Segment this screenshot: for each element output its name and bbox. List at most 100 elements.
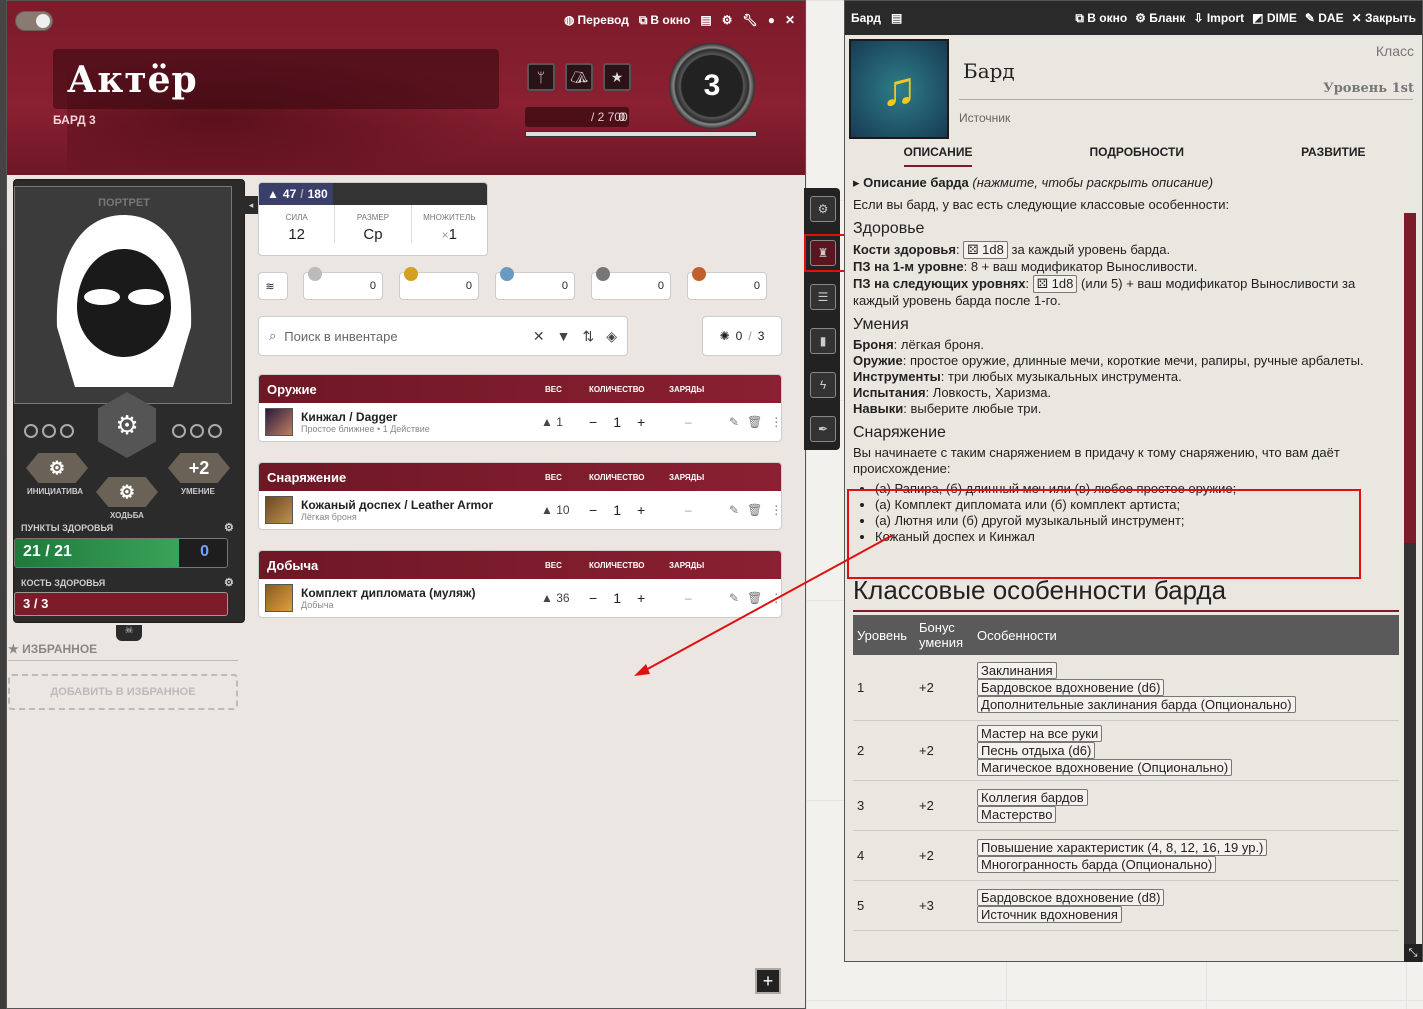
add-item-button[interactable]: + — [755, 968, 781, 994]
gear-icon[interactable]: ⚙ — [722, 13, 733, 27]
feature-link[interactable]: Мастерство — [977, 805, 1057, 823]
tab-description[interactable]: ОПИСАНИЕ — [903, 145, 973, 167]
character-name[interactable]: Актёр — [67, 59, 198, 101]
currency-gp[interactable]: 0 — [399, 267, 479, 300]
hp-temp[interactable]: 0 — [179, 539, 227, 567]
initiative-button[interactable]: ⚙ — [26, 453, 88, 483]
translate-button[interactable]: ◍ Перевод — [564, 13, 629, 27]
table-row[interactable]: Кинжал / Dagger Простое ближнее • 1 Дейст… — [259, 403, 781, 441]
feature-link[interactable]: Магическое вдохновение (Опционально) — [977, 759, 1233, 776]
resize-icon[interactable]: ⤡ — [1404, 944, 1422, 962]
inventory-search[interactable]: ⌕ Поиск в инвентаре ✕ ▼ ⇅ ◈ — [258, 316, 628, 356]
table-row[interactable]: Комплект дипломата (муляж) Добыча ▲ 36 −1… — [259, 579, 781, 617]
feature-link[interactable]: Бардовское вдохновение (d6) — [977, 679, 1165, 696]
decrement-button[interactable]: − — [589, 590, 597, 606]
inspiration-button[interactable]: ★ — [603, 63, 631, 91]
decrement-button[interactable]: − — [589, 502, 597, 518]
close-icon[interactable]: ✕ — [785, 13, 795, 27]
increment-button[interactable]: + — [637, 502, 645, 518]
tab-advancement[interactable]: РАЗВИТИЕ — [1301, 145, 1365, 167]
popout-button[interactable]: ⧉ В окно — [639, 13, 691, 28]
currency-cp-value[interactable]: 0 — [754, 280, 760, 292]
hit-dice-bar[interactable]: 3 / 3 — [14, 592, 228, 616]
item-qty[interactable]: 1 — [613, 502, 621, 518]
add-favorite-button[interactable]: ДОБАВИТЬ В ИЗБРАННОЕ — [8, 674, 238, 710]
tab-biography[interactable]: ✒ — [810, 416, 836, 442]
increment-button[interactable]: + — [637, 414, 645, 430]
decrement-button[interactable]: − — [589, 414, 597, 430]
movement-button[interactable]: ⚙ — [96, 477, 158, 507]
currency-pp-value[interactable]: 0 — [370, 280, 376, 292]
currency-sp[interactable]: 0 — [591, 267, 671, 300]
currency-ep[interactable]: 0 — [495, 267, 575, 300]
feature-link[interactable]: Многогранность барда (Опционально) — [977, 855, 1217, 873]
more-icon[interactable]: ⋮ — [770, 415, 781, 429]
sheet-button[interactable]: ⚙ Бланк — [1135, 11, 1185, 26]
clear-icon[interactable]: ✕ — [533, 328, 545, 345]
feature-link[interactable]: Песнь отдыха (d6) — [977, 742, 1096, 759]
feature-link[interactable]: Коллегия бардов — [977, 788, 1088, 806]
lyre-icon[interactable]: ♫ — [849, 39, 949, 139]
trash-icon[interactable]: 🗑︎ — [747, 503, 762, 517]
hp-config-icon[interactable]: ⚙ — [224, 521, 234, 534]
currency-cp[interactable]: 0 — [687, 267, 767, 300]
feature-link[interactable]: Источник вдохновения — [977, 905, 1122, 923]
class-name[interactable]: Бард — [963, 59, 1015, 83]
dice-tag[interactable]: ⚄ 1d8 — [963, 241, 1008, 259]
search-input[interactable]: Поиск в инвентаре — [284, 329, 397, 344]
feature-link[interactable]: Повышение характеристик (4, 8, 12, 16, 1… — [977, 838, 1268, 856]
user-icon[interactable]: ● — [768, 13, 775, 27]
trash-icon[interactable]: 🗑︎ — [747, 591, 762, 605]
item-name[interactable]: Комплект дипломата (муляж) — [301, 586, 476, 600]
hp-bar[interactable]: 21 / 21 0 — [14, 538, 228, 568]
portrait[interactable]: ПОРТРЕТ — [14, 186, 232, 404]
wrench-icon[interactable]: 🔧︎ — [742, 13, 757, 27]
edit-icon[interactable]: ✎ — [729, 503, 739, 517]
feature-link[interactable]: Бардовское вдохновение (d8) — [977, 888, 1165, 906]
trash-icon[interactable]: 🗑︎ — [747, 415, 762, 429]
tab-attributes[interactable]: ⚙ — [810, 196, 836, 222]
item-name[interactable]: Кожаный доспех / Leather Armor — [301, 498, 493, 512]
table-row[interactable]: Кожаный доспех / Leather Armor Лёгкая бро… — [259, 491, 781, 529]
dime-button[interactable]: ◩ DIME — [1252, 11, 1297, 26]
item-image[interactable] — [265, 408, 293, 436]
layers-icon[interactable]: ◈ — [606, 328, 617, 345]
item-name[interactable]: Кинжал / Dagger — [301, 410, 430, 424]
journal-icon[interactable]: ▤ — [700, 13, 711, 27]
currency-gp-value[interactable]: 0 — [466, 280, 472, 292]
class-source[interactable]: Источник — [959, 111, 1010, 125]
dice-tag[interactable]: ⚄ 1d8 — [1032, 275, 1078, 293]
more-icon[interactable]: ⋮ — [770, 503, 781, 517]
feature-link[interactable]: Заклинания — [977, 662, 1057, 679]
item-qty[interactable]: 1 — [613, 590, 621, 606]
currency-sp-value[interactable]: 0 — [658, 280, 664, 292]
edit-icon[interactable]: ✎ — [729, 415, 739, 429]
scrollbar[interactable] — [1404, 213, 1416, 953]
rest-long-button[interactable]: ⛺︎ — [565, 63, 593, 91]
death-saves-success[interactable] — [172, 424, 222, 438]
increment-button[interactable]: + — [637, 590, 645, 606]
tab-details[interactable]: ПОДРОБНОСТИ — [1090, 145, 1184, 167]
close-button[interactable]: ✕ Закрыть — [1352, 11, 1416, 26]
description-summary[interactable]: ▸ Описание барда (нажмите, чтобы раскрыт… — [853, 175, 1393, 191]
dae-button[interactable]: ✎ DAE — [1305, 11, 1344, 26]
rest-short-button[interactable]: ᛘ — [527, 63, 555, 91]
currency-pp[interactable]: 0 — [303, 267, 383, 300]
tab-effects[interactable]: ϟ — [810, 372, 836, 398]
item-image[interactable] — [265, 496, 293, 524]
item-image[interactable] — [265, 584, 293, 612]
hp-value[interactable]: 21 / 21 — [15, 539, 179, 567]
edit-icon[interactable]: ✎ — [729, 591, 739, 605]
death-saves-fail[interactable] — [24, 424, 74, 438]
more-icon[interactable]: ⋮ — [770, 591, 781, 605]
feature-link[interactable]: Дополнительные заклинания барда (Опциона… — [977, 696, 1296, 713]
sort-icon[interactable]: ⇅ — [582, 328, 594, 345]
tab-features[interactable]: ☰ — [810, 284, 836, 310]
popout-button[interactable]: ⧉ В окно — [1075, 11, 1127, 26]
currency-ep-value[interactable]: 0 — [562, 280, 568, 292]
feature-link[interactable]: Мастер на все руки — [977, 725, 1103, 742]
import-button[interactable]: ⇩ Import — [1193, 11, 1244, 26]
hd-config-icon[interactable]: ⚙ — [224, 576, 234, 589]
tab-spells[interactable]: ▮ — [810, 328, 836, 354]
journal-icon[interactable]: ▤ — [891, 11, 902, 25]
